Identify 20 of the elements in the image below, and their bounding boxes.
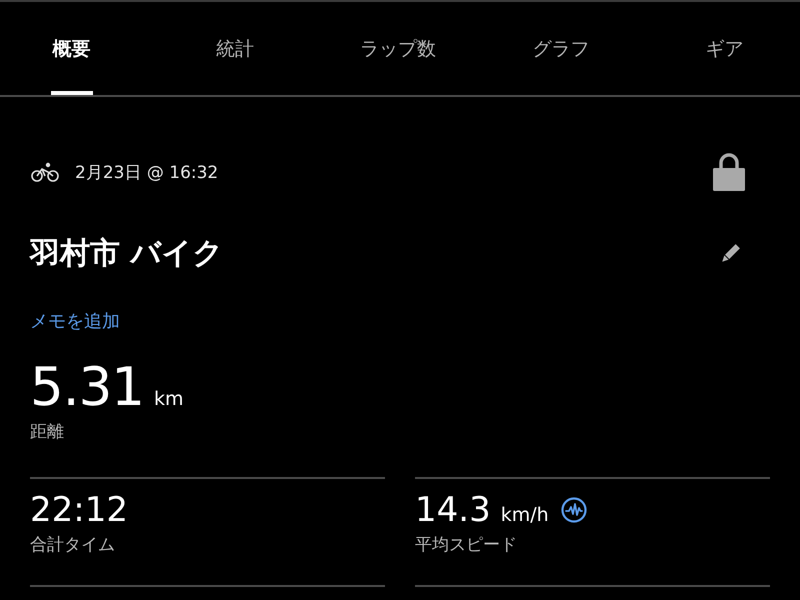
distance-label: 距離 [30, 421, 64, 444]
stat-label: 平均スピード [415, 534, 517, 557]
bicycle-icon [31, 162, 59, 182]
tab[interactable]: 概要 [0, 2, 154, 95]
add-note-link[interactable]: メモを追加 [30, 310, 120, 334]
activity-title: 羽村市 バイク [30, 235, 224, 273]
stat-label: 合計タイム [30, 534, 115, 557]
tab[interactable]: ギア [642, 2, 800, 95]
pencil-icon[interactable] [720, 244, 740, 264]
stat-unit: km/h [500, 504, 549, 526]
distance-unit: km [154, 388, 184, 410]
distance-value: 5.31 [30, 358, 144, 418]
activity-date: 2月23日 @ 16:32 [75, 162, 218, 184]
stat-value: 22:12 [30, 489, 128, 531]
stat-value: 14.3 [415, 489, 491, 531]
lock-icon[interactable] [713, 153, 745, 191]
tab[interactable]: 統計 [153, 2, 316, 95]
pulse-icon[interactable] [560, 497, 587, 523]
tab[interactable]: ラップ数 [316, 2, 480, 95]
tab[interactable]: グラフ [480, 2, 643, 95]
